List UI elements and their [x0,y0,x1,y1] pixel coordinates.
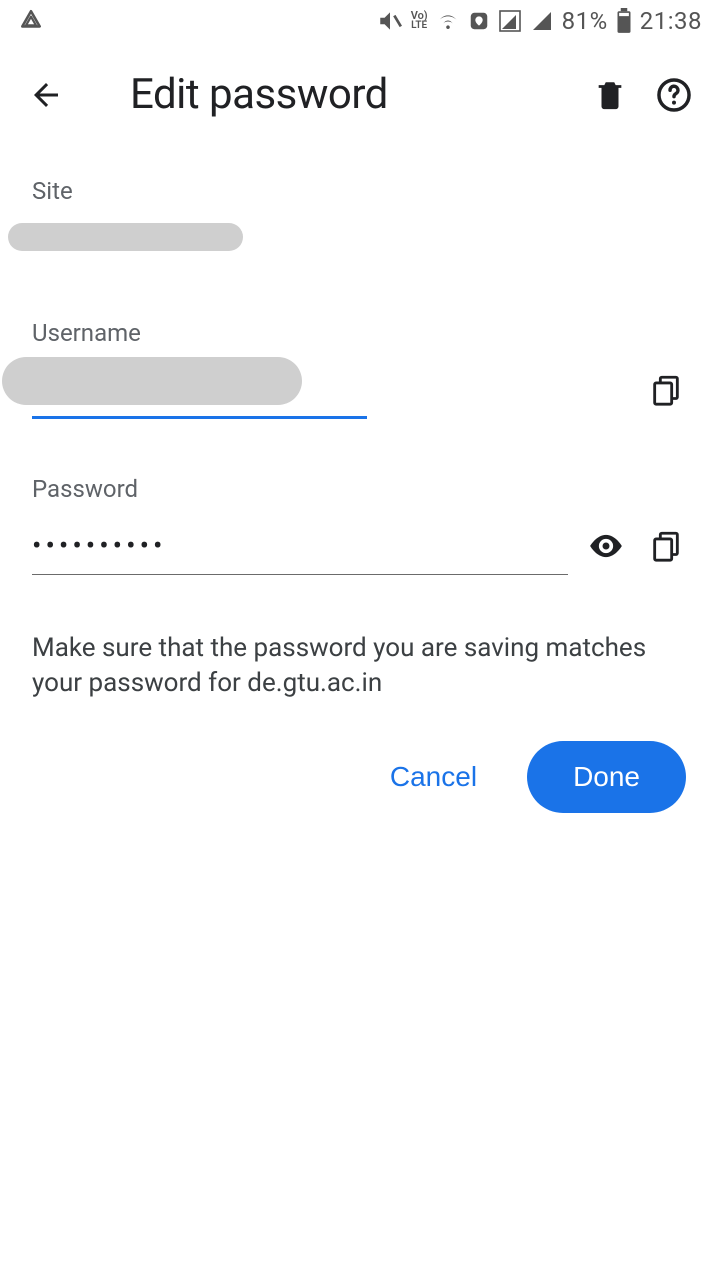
help-button[interactable] [652,73,696,117]
help-icon [655,76,693,114]
username-field-group: Username [32,319,688,419]
battery-pct: 81% [562,7,608,35]
arrow-left-icon [28,77,64,113]
signal2-icon [530,9,554,33]
drive-icon [18,8,44,34]
content: Site Username Password •••••••••• [0,129,720,813]
redacted-site [8,223,243,251]
status-left [18,8,44,34]
site-field-group: Site [32,177,688,263]
copy-icon [649,373,683,407]
hint-text: Make sure that the password you are savi… [32,631,688,701]
wifi-icon [436,9,460,33]
password-input[interactable]: •••••••••• [32,517,568,575]
copy-username-button[interactable] [644,368,688,412]
cancel-button[interactable]: Cancel [380,749,487,805]
battery-icon [616,8,632,34]
page-title: Edit password [88,70,568,119]
status-bar: Vo)LTE 81% 21:38 [0,0,720,42]
app-bar: Edit password [0,42,720,129]
signal1-icon [498,9,522,33]
volte-icon: Vo)LTE [411,11,428,31]
username-label: Username [32,319,688,347]
toggle-visibility-button[interactable] [584,524,628,568]
site-value [32,219,688,263]
mute-icon [377,8,403,34]
status-right: Vo)LTE 81% 21:38 [377,7,702,35]
eye-icon [587,527,625,565]
back-button[interactable] [24,73,68,117]
clock: 21:38 [640,7,702,35]
app-badge-icon [468,10,490,32]
username-input[interactable] [32,361,367,419]
action-row: Cancel Done [32,741,688,813]
trash-icon [593,78,627,112]
done-button[interactable]: Done [527,741,686,813]
password-field-group: Password •••••••••• [32,475,688,575]
copy-icon [649,529,683,563]
password-label: Password [32,475,688,503]
copy-password-button[interactable] [644,524,688,568]
delete-button[interactable] [588,73,632,117]
site-label: Site [32,177,688,205]
